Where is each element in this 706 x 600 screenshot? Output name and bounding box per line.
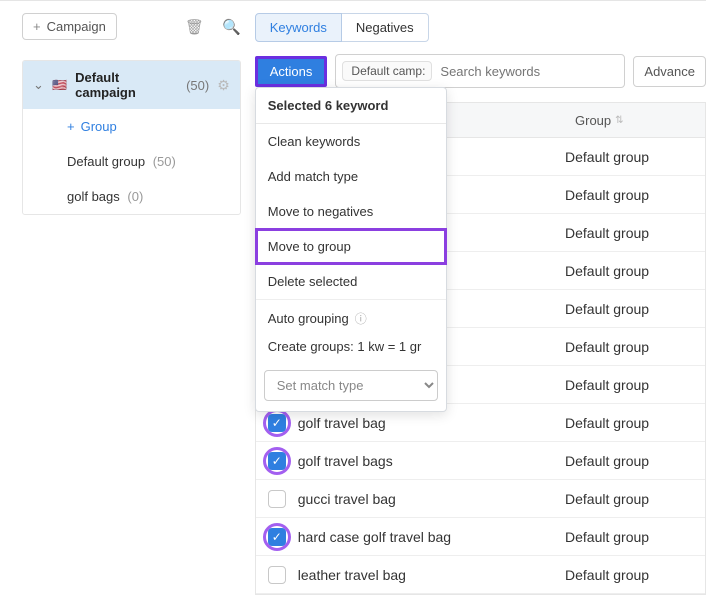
keyword-cell: golf travel bag: [298, 415, 565, 431]
group-cell: Default group: [565, 415, 705, 431]
group-cell: Default group: [565, 187, 705, 203]
dropdown-item-delete[interactable]: Delete selected: [256, 264, 446, 299]
group-cell: Default group: [565, 149, 705, 165]
keyword-cell: golf travel bags: [298, 453, 565, 469]
group-cell: Default group: [565, 263, 705, 279]
match-type-select[interactable]: Set match type: [264, 370, 438, 401]
search-icon[interactable]: 🔍: [222, 18, 241, 36]
sidebar-group-item[interactable]: golf bags (0): [23, 179, 240, 214]
dropdown-item-clean[interactable]: Clean keywords: [256, 124, 446, 159]
sidebar: + Campaign 🗑 🔍 ⌄ 🇺🇸 Default campaign (50…: [0, 1, 255, 600]
group-cell: Default group: [565, 377, 705, 393]
search-input[interactable]: [432, 60, 624, 83]
table-row: gucci travel bagDefault group: [256, 480, 705, 518]
dropdown-header: Selected 6 keyword: [256, 88, 446, 124]
actions-dropdown: Selected 6 keyword Clean keywordsAdd mat…: [255, 87, 447, 412]
us-flag-icon: 🇺🇸: [52, 78, 67, 92]
campaign-node[interactable]: ⌄ 🇺🇸 Default campaign (50) ⚙: [23, 61, 240, 109]
dropdown-item-move_neg[interactable]: Move to negatives: [256, 194, 446, 229]
dropdown-item-add_match[interactable]: Add match type: [256, 159, 446, 194]
advanced-button[interactable]: Advance: [633, 56, 706, 87]
row-checkbox[interactable]: [268, 566, 286, 584]
group-cell: Default group: [565, 339, 705, 355]
dropdown-auto-grouping-label: Auto grouping: [268, 311, 349, 326]
group-cell: Default group: [565, 225, 705, 241]
add-group-button[interactable]: + Group: [23, 109, 240, 144]
tab-negatives[interactable]: Negatives: [342, 13, 429, 42]
chevron-down-icon: ⌄: [33, 77, 44, 93]
trash-icon[interactable]: 🗑: [185, 18, 204, 36]
row-checkbox[interactable]: ✓: [268, 414, 286, 432]
group-count: (0): [127, 189, 143, 204]
plus-icon: +: [67, 119, 75, 134]
keyword-cell: hard case golf travel bag: [298, 529, 565, 545]
gear-icon[interactable]: ⚙: [217, 77, 230, 94]
row-checkbox[interactable]: ✓: [268, 452, 286, 470]
campaign-tree: ⌄ 🇺🇸 Default campaign (50) ⚙ + Group Def…: [22, 60, 241, 215]
dropdown-create-groups[interactable]: Create groups: 1 kw = 1 gr: [256, 337, 446, 364]
add-group-label: Group: [81, 119, 117, 134]
table-row: ✓ golf travel bagsDefault group: [256, 442, 705, 480]
group-cell: Default group: [565, 529, 705, 545]
sidebar-group-item[interactable]: Default group (50): [23, 144, 240, 179]
row-checkbox[interactable]: ✓: [268, 528, 286, 546]
dropdown-item-move_group[interactable]: Move to group: [256, 229, 446, 264]
table-row: leather travel bagDefault group: [256, 556, 705, 594]
campaign-count: (50): [186, 78, 209, 93]
keyword-cell: leather travel bag: [298, 567, 565, 583]
group-count: (50): [153, 154, 176, 169]
keyword-cell: gucci travel bag: [298, 491, 565, 507]
campaign-name: Default campaign: [75, 70, 176, 100]
info-icon: ⓘ: [355, 310, 367, 327]
group-name: golf bags: [67, 189, 120, 204]
group-cell: Default group: [565, 491, 705, 507]
add-campaign-label: Campaign: [47, 19, 106, 34]
column-group[interactable]: Group ⇅: [565, 103, 705, 137]
search-filter-chip[interactable]: Default camp:: [342, 61, 432, 81]
group-cell: Default group: [565, 301, 705, 317]
group-name: Default group: [67, 154, 145, 169]
dropdown-auto-grouping[interactable]: Auto grouping ⓘ: [256, 300, 446, 337]
tab-keywords[interactable]: Keywords: [255, 13, 342, 42]
main-panel: Keywords Negatives Actions Default camp:…: [255, 1, 706, 600]
group-cell: Default group: [565, 453, 705, 469]
sort-icon: ⇅: [615, 115, 623, 126]
search-field-wrap: Default camp:: [335, 54, 625, 88]
plus-icon: +: [33, 19, 41, 34]
group-cell: Default group: [565, 567, 705, 583]
add-campaign-button[interactable]: + Campaign: [22, 13, 117, 40]
actions-button[interactable]: Actions: [255, 56, 328, 87]
row-checkbox[interactable]: [268, 490, 286, 508]
table-row: ✓ hard case golf travel bagDefault group: [256, 518, 705, 556]
